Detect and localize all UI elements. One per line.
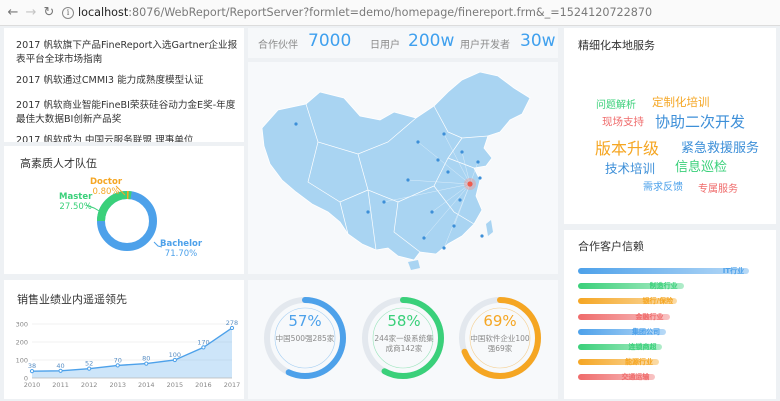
x-tick-label: 2015 (167, 381, 184, 389)
info-icon[interactable]: i (62, 6, 74, 19)
service-word: 现场支持 (602, 116, 644, 128)
rings-panel: 57% 中国500强285家 58% 244家一级系统集成商142家 69% 中… (248, 280, 558, 399)
map-panel (248, 62, 558, 274)
y-tick-label: 100 (16, 357, 28, 365)
customer-name: IT行业 (722, 267, 745, 275)
x-tick-label: 2016 (195, 381, 212, 389)
address-bar[interactable]: i localhost:8076/WebReport/ReportServer?… (62, 3, 652, 23)
arrow-left-icon[interactable]: ← (4, 4, 22, 22)
customer-name: 连锁商超 (628, 343, 657, 351)
customer-name: 交通运输 (621, 373, 650, 382)
url-host: localhost (78, 6, 129, 19)
hub-city (467, 181, 473, 187)
data-label: 80 (142, 355, 150, 363)
service-word: 紧急救援服务 (681, 141, 760, 156)
ring-desc-integrators: 244家一级系统集成商142家 (374, 334, 434, 353)
reload-icon[interactable]: ↻ (40, 4, 58, 22)
service-word: 定制化培训 (652, 95, 710, 109)
url-path: :8076/WebReport/ReportServer?formlet=dem… (128, 6, 653, 19)
data-label: 278 (226, 319, 238, 327)
x-tick-label: 2012 (81, 381, 98, 389)
services-panel: 精细化本地服务 问题解析 定制化培训 现场支持 协助二次开发 版本升级 紧急救援… (564, 28, 776, 224)
news-item[interactable]: 2017 帆软商业智能FineBI荣获硅谷动力金E奖-年度最佳大数据BI创新产品… (16, 99, 240, 127)
news-item[interactable]: 2017 帆软通过CMMI3 能力成熟度模型认证 (16, 74, 240, 88)
news-item[interactable]: 2017 帆软成为 中国云服务联盟 理事单位 (16, 134, 240, 142)
x-tick-label: 2011 (52, 381, 69, 389)
kpi-value-developers: 30w (520, 31, 556, 51)
hainan-island (408, 260, 420, 270)
x-tick-label: 2010 (24, 381, 41, 389)
service-word: 技术培训 (605, 161, 656, 176)
ring-pct-integrators: 58% (387, 312, 421, 330)
data-label: 40 (56, 362, 64, 370)
service-word: 需求反馈 (643, 182, 683, 193)
doctor-value: 0.80% (92, 187, 120, 197)
service-word: 专属服务 (698, 184, 738, 195)
master-value: 27.50% (59, 202, 92, 212)
ring-desc-software: 中国软件企业100强69家 (470, 334, 530, 353)
data-label: 100 (169, 351, 181, 359)
data-label: 52 (85, 360, 93, 368)
customers-panel: 合作客户信赖 IT行业制造行业银行/保险金融行业集团公司连锁商超能源行业交通运输 (564, 230, 776, 399)
y-tick-label: 200 (16, 339, 28, 347)
service-word: 协助二次开发 (655, 113, 746, 131)
kpi-label-partners: 合作伙伴 (258, 40, 298, 51)
x-tick-label: 2014 (138, 381, 155, 389)
kpi-value-partners: 7000 (308, 31, 352, 51)
customer-name: 制造行业 (649, 282, 678, 291)
kpi-panel: 合作伙伴 7000 日用户 200w 用户开发者 30w (248, 28, 558, 58)
service-word: 版本升级 (595, 139, 660, 158)
kpi-label-developers: 用户开发者 (460, 40, 510, 51)
service-word: 信息巡检 (675, 160, 728, 175)
y-tick-label: 300 (16, 321, 28, 329)
x-tick-label: 2017 (224, 381, 241, 389)
browser-toolbar: ← → ↻ i localhost:8076/WebReport/ReportS… (0, 0, 780, 26)
arrow-right-icon[interactable]: → (22, 4, 40, 22)
data-label: 38 (28, 362, 36, 370)
customer-name: 银行/保险 (642, 297, 674, 306)
news-item[interactable]: 2017 帆软旗下产品FineReport入选Gartner企业报表平台全球市场… (16, 39, 240, 67)
master-label: Master 27.50% (59, 192, 92, 212)
ring-pct-software: 69% (483, 312, 517, 330)
bachelor-label: Bachelor 71.70% (160, 239, 202, 259)
data-label: 170 (197, 338, 209, 346)
data-label: 70 (114, 356, 122, 364)
china-map (261, 71, 531, 270)
service-word: 问题解析 (596, 100, 636, 111)
customer-name: 金融行业 (635, 312, 664, 321)
customer-name: 能源行业 (624, 358, 653, 367)
talent-panel: 高素质人才队伍 Doctor 0.80% Master 27.50% Bache… (4, 146, 244, 274)
x-tick-label: 2013 (109, 381, 126, 389)
sales-panel: 销售业绩业内遥遥领先 0 100 200 300 38 2010 40 2011 52 2012 7… (4, 280, 244, 399)
news-panel: 2017 帆软旗下产品FineReport入选Gartner企业报表平台全球市场… (4, 28, 244, 142)
customers-title: 合作客户信赖 (578, 240, 644, 253)
master-name: Master (59, 192, 93, 202)
services-title: 精细化本地服务 (578, 39, 655, 52)
kpi-value-daily-users: 200w (408, 31, 455, 51)
ring-pct-top500: 57% (288, 312, 322, 330)
doctor-label: Doctor 0.80% (90, 177, 122, 197)
bachelor-value: 71.70% (164, 249, 198, 259)
ring-desc-top500: 中国500强285家 (275, 334, 335, 343)
kpi-label-daily-users: 日用户 (370, 40, 400, 51)
sales-chart: 0100200300382010402011522012702013802014… (16, 319, 241, 389)
taiwan-island (486, 220, 493, 236)
bachelor-name: Bachelor (160, 239, 203, 249)
customer-name: 集团公司 (632, 327, 660, 336)
doctor-name: Doctor (90, 177, 123, 187)
talent-donut (85, 185, 163, 251)
